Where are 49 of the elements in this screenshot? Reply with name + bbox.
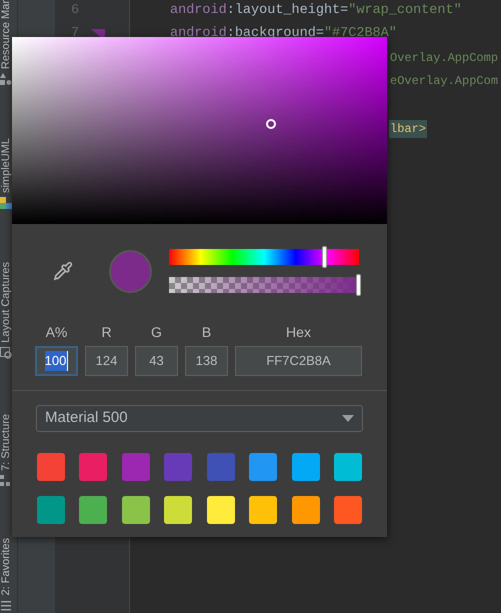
- field-label: Hex: [286, 323, 311, 342]
- hue-slider[interactable]: [169, 249, 359, 265]
- favorites-icon: [0, 599, 12, 612]
- code-line: android:background="#7C2B8A": [170, 25, 397, 44]
- color-swatch[interactable]: [206, 496, 235, 524]
- code-line: android:layout_height="wrap_content": [170, 2, 462, 20]
- tool-window-tab[interactable]: Resource Mar: [0, 0, 12, 70]
- structure-icon: [0, 474, 12, 487]
- color-swatch[interactable]: [292, 453, 320, 481]
- field-label: A%: [46, 323, 68, 342]
- shapes-icon: [0, 73, 12, 86]
- tool-window-tab[interactable]: 7: Structure: [0, 414, 12, 471]
- color-swatch[interactable]: [122, 453, 150, 481]
- color-swatch[interactable]: [334, 453, 362, 481]
- saturation-brightness-area[interactable]: [12, 37, 387, 224]
- tool-window-tab[interactable]: simpleUML: [0, 138, 12, 194]
- color-swatch[interactable]: [206, 453, 235, 481]
- eyedropper-icon[interactable]: [53, 261, 73, 281]
- slider-thumb[interactable]: [322, 246, 327, 268]
- color-swatch[interactable]: [334, 496, 362, 524]
- code-line: Overlay.AppComp: [389, 50, 500, 66]
- caret-icon: [342, 415, 354, 422]
- color-swatch[interactable]: [164, 453, 192, 481]
- opacity-slider[interactable]: [169, 277, 359, 293]
- value-field[interactable]: 100: [35, 346, 78, 376]
- color-swatch[interactable]: [79, 453, 108, 481]
- palette-dropdown[interactable]: Material 500: [36, 405, 363, 432]
- capture-icon: [0, 346, 12, 359]
- field-label: G: [151, 323, 162, 342]
- value-field[interactable]: FF7C2B8A: [235, 346, 362, 376]
- color-swatch[interactable]: [164, 496, 192, 524]
- color-swatch[interactable]: [79, 496, 108, 524]
- diagram-icon: [0, 197, 12, 210]
- tool-window-tab[interactable]: Layout Captures: [0, 262, 12, 343]
- color-swatch[interactable]: [37, 496, 65, 524]
- color-swatch[interactable]: [249, 496, 278, 524]
- value-field[interactable]: 124: [85, 346, 128, 376]
- field-label: R: [101, 323, 112, 342]
- color-swatch[interactable]: [122, 496, 150, 524]
- color-swatch[interactable]: [292, 496, 320, 524]
- color-swatch[interactable]: [249, 453, 278, 481]
- picker-cursor-icon[interactable]: [266, 119, 276, 129]
- field-label: B: [202, 323, 212, 342]
- value-field[interactable]: 43: [135, 346, 178, 376]
- slider-thumb[interactable]: [356, 274, 361, 296]
- color-swatch[interactable]: [37, 453, 65, 481]
- tool-window-tab[interactable]: 2: Favorites: [0, 538, 12, 596]
- value-field[interactable]: 138: [185, 346, 228, 376]
- code-line: eOverlay.AppCom: [389, 72, 500, 90]
